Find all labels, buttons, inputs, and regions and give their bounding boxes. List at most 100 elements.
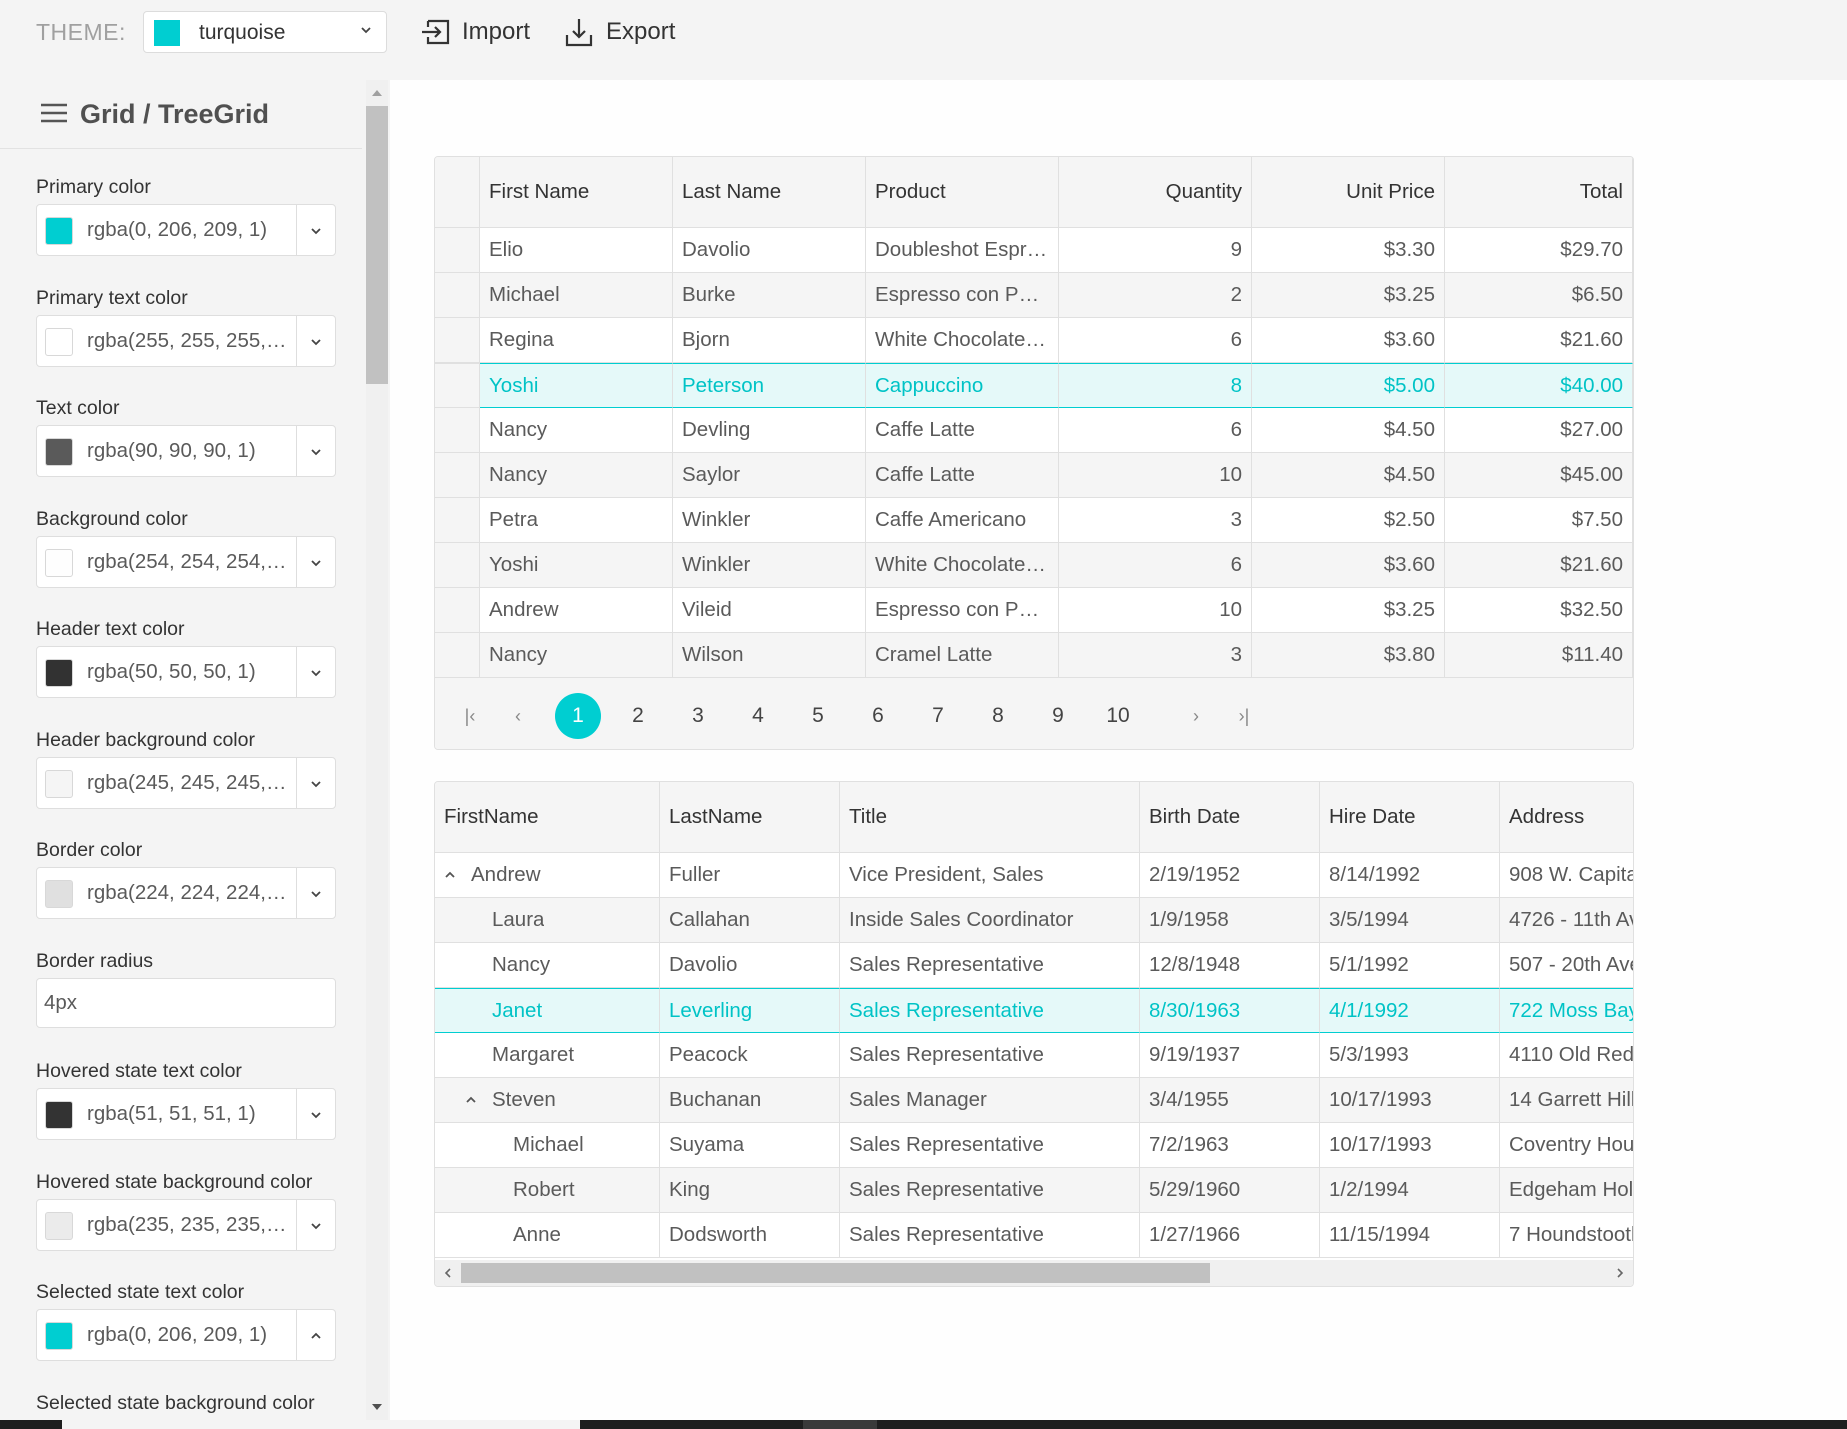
grid-cell[interactable]: Sales Representative — [840, 988, 1140, 1033]
page-2-button[interactable]: 2 — [615, 693, 661, 739]
grid-cell[interactable]: Nancy — [480, 408, 673, 453]
table-row[interactable]: Andrew Vileid Espresso con Panna 10 $3.25 $32… — [435, 588, 1633, 633]
grid-cell[interactable]: 3 — [1059, 498, 1252, 543]
grid-cell[interactable]: Elio — [480, 228, 673, 273]
column-header[interactable]: FirstName — [435, 782, 660, 853]
color-picker[interactable]: rgba(90, 90, 90, 1) — [36, 425, 336, 477]
grid-cell[interactable]: Sales Representative — [840, 1033, 1140, 1078]
grid-cell[interactable]: $27.00 — [1445, 408, 1633, 453]
color-dropdown-button[interactable] — [296, 315, 335, 366]
grid-cell[interactable]: $11.40 — [1445, 633, 1633, 678]
tree-row[interactable]: Robert King Sales Representative 5/29/1960 1… — [435, 1168, 1633, 1213]
grid-cell[interactable]: Cramel Latte — [866, 633, 1059, 678]
grid-cell[interactable]: 4110 Old Redmond Rd. — [1500, 1033, 1633, 1078]
grid-cell[interactable]: Vice President, Sales — [840, 853, 1140, 898]
grid-cell[interactable]: 2 — [1059, 273, 1252, 318]
tree-row[interactable]: Andrew Fuller Vice President, Sales 2/19/19… — [435, 853, 1633, 898]
grid-cell[interactable]: 908 W. Capital Way — [1500, 853, 1633, 898]
grid-cell[interactable]: $21.60 — [1445, 318, 1633, 363]
grid-cell[interactable]: Cappuccino — [866, 363, 1059, 408]
grid-cell[interactable]: Sales Representative — [840, 1213, 1140, 1258]
column-header[interactable]: Title — [840, 782, 1140, 853]
grid-cell[interactable]: 6 — [1059, 318, 1252, 363]
color-picker[interactable]: rgba(235, 235, 235, 1) — [36, 1198, 336, 1251]
grid-cell[interactable]: Anne — [435, 1213, 660, 1258]
grid-cell[interactable]: 4/1/1992 — [1320, 988, 1500, 1033]
theme-select[interactable]: turquoise — [143, 11, 387, 53]
column-header[interactable]: Birth Date — [1140, 782, 1320, 853]
tree-row[interactable]: Nancy Davolio Sales Representative 12/8/194… — [435, 943, 1633, 988]
grid-cell[interactable]: Michael — [435, 1123, 660, 1168]
page-9-button[interactable]: 9 — [1035, 693, 1081, 739]
scroll-right-icon[interactable] — [1615, 1268, 1625, 1278]
grid-cell[interactable]: 11/15/1994 — [1320, 1213, 1500, 1258]
grid-cell[interactable]: Janet — [435, 988, 660, 1033]
color-dropdown-button[interactable] — [296, 1199, 335, 1250]
table-row[interactable]: Nancy Wilson Cramel Latte 3 $3.80 $11.40 — [435, 633, 1633, 678]
grid-cell[interactable]: $3.60 — [1252, 543, 1445, 588]
color-picker[interactable]: rgba(254, 254, 254, 1) — [36, 535, 336, 588]
page-4-button[interactable]: 4 — [735, 693, 781, 739]
color-dropdown-button[interactable] — [296, 1310, 335, 1360]
color-dropdown-button[interactable] — [296, 647, 335, 697]
color-dropdown-button[interactable] — [296, 868, 335, 918]
grid-cell[interactable]: 4726 - 11th Ave. N.E. — [1500, 898, 1633, 943]
color-dropdown-button[interactable] — [296, 426, 335, 476]
grid-cell[interactable]: 7 Houndstooth Rd. — [1500, 1213, 1633, 1258]
grid-cell[interactable]: Davolio — [660, 943, 840, 988]
grid-cell[interactable]: 6 — [1059, 543, 1252, 588]
grid-cell[interactable]: 9/19/1937 — [1140, 1033, 1320, 1078]
border-radius-input[interactable] — [36, 977, 336, 1028]
grid-cell[interactable]: $4.50 — [1252, 453, 1445, 498]
grid-cell[interactable]: $3.25 — [1252, 273, 1445, 318]
grid-cell[interactable]: White Chocolate Mocha — [866, 543, 1059, 588]
page-5-button[interactable]: 5 — [795, 693, 841, 739]
grid-cell[interactable]: 14 Garrett Hill — [1500, 1078, 1633, 1123]
grid-cell[interactable]: Peterson — [673, 363, 866, 408]
grid-cell[interactable]: 10 — [1059, 453, 1252, 498]
color-picker[interactable]: rgba(50, 50, 50, 1) — [36, 646, 336, 698]
tree-row[interactable]: Anne Dodsworth Sales Representative 1/27/19… — [435, 1213, 1633, 1258]
grid-cell[interactable]: Bjorn — [673, 318, 866, 363]
collapse-toggle-icon[interactable] — [443, 868, 457, 882]
collapse-toggle-icon[interactable] — [464, 1093, 478, 1107]
scroll-left-icon[interactable] — [443, 1268, 453, 1278]
color-picker[interactable]: rgba(0, 206, 209, 1) — [36, 204, 336, 256]
grid-cell[interactable]: Yoshi — [480, 363, 673, 408]
grid-cell[interactable]: Espresso con Panna — [866, 588, 1059, 633]
column-header[interactable]: Unit Price — [1252, 157, 1445, 228]
sidebar-scrollbar[interactable] — [366, 80, 388, 1420]
grid-cell[interactable]: Espresso con Panna — [866, 273, 1059, 318]
grid-cell[interactable]: Suyama — [660, 1123, 840, 1168]
grid-cell[interactable]: 6 — [1059, 408, 1252, 453]
grid-cell[interactable]: Winkler — [673, 543, 866, 588]
column-header[interactable]: Quantity — [1059, 157, 1252, 228]
grid-cell[interactable]: Peacock — [660, 1033, 840, 1078]
grid-cell[interactable]: Edgeham Hollow — [1500, 1168, 1633, 1213]
page-6-button[interactable]: 6 — [855, 693, 901, 739]
next-page-button[interactable]: › — [1173, 693, 1219, 739]
column-header[interactable]: Hire Date — [1320, 782, 1500, 853]
grid-cell[interactable]: 12/8/1948 — [1140, 943, 1320, 988]
page-3-button[interactable]: 3 — [675, 693, 721, 739]
scrollbar-thumb[interactable] — [366, 106, 388, 384]
tree-row[interactable]: Steven Buchanan Sales Manager 3/4/1955 10/17… — [435, 1078, 1633, 1123]
grid-cell[interactable]: 8/30/1963 — [1140, 988, 1320, 1033]
horizontal-scrollbar[interactable] — [435, 1260, 1633, 1286]
grid-cell[interactable]: Devling — [673, 408, 866, 453]
page-10-button[interactable]: 10 — [1095, 693, 1141, 739]
grid-cell[interactable]: Petra — [480, 498, 673, 543]
grid-cell[interactable]: $2.50 — [1252, 498, 1445, 543]
column-header[interactable]: First Name — [480, 157, 673, 228]
grid-cell[interactable]: Laura — [435, 898, 660, 943]
scroll-up-icon[interactable] — [371, 88, 383, 98]
grid-cell[interactable]: $4.50 — [1252, 408, 1445, 453]
grid-cell[interactable]: 10 — [1059, 588, 1252, 633]
color-picker[interactable]: rgba(51, 51, 51, 1) — [36, 1088, 336, 1140]
grid-cell[interactable]: 8 — [1059, 363, 1252, 408]
grid-cell[interactable]: Andrew — [435, 853, 660, 898]
grid-cell[interactable]: 8/14/1992 — [1320, 853, 1500, 898]
grid-cell[interactable]: Davolio — [673, 228, 866, 273]
table-row[interactable]: Nancy Saylor Caffe Latte 10 $4.50 $45.00 — [435, 453, 1633, 498]
grid-cell[interactable]: $5.00 — [1252, 363, 1445, 408]
